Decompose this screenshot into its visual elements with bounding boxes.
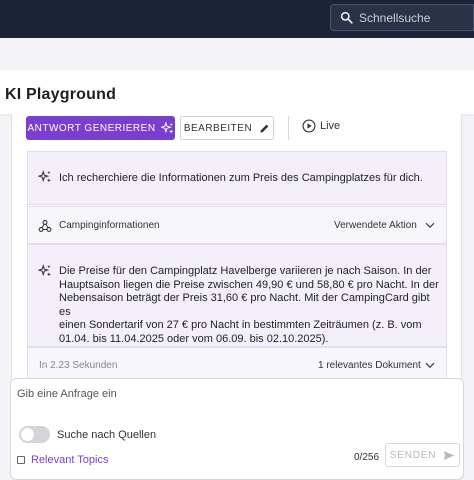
sparkle-icon: [38, 170, 51, 183]
answer-line: Die Preise für den Campingplatz Havelber…: [59, 265, 432, 277]
generate-answer-label: ANTWORT GENERIEREN: [27, 122, 156, 134]
response-duration: In 2.23 Sekunden: [39, 360, 118, 371]
status-message-text: Ich recherchiere die Informationen zum P…: [59, 172, 423, 184]
answer-line: einen Sondertarif von 27 € pro Nacht in …: [59, 319, 422, 331]
response-toolbar: ANTWORT GENERIEREN BEARBEITEN Live: [26, 116, 340, 140]
answer-line: Nebensaison beträgt der Preis 31,60 € pr…: [59, 292, 430, 318]
live-label: Live: [320, 120, 341, 132]
edit-label: BEARBEITEN: [183, 122, 253, 134]
pencil-icon: [260, 124, 269, 133]
answer-text: Die Preise für den Campingplatz Havelber…: [59, 265, 444, 346]
chevron-down-icon[interactable]: [425, 222, 435, 229]
send-icon: [443, 450, 455, 460]
relevant-documents-toggle[interactable]: 1 relevantes Dokument: [318, 360, 421, 371]
toggle-knob: [21, 428, 34, 441]
used-action-toggle[interactable]: Verwendete Aktion: [334, 220, 417, 231]
status-message-card: Ich recherchiere die Informationen zum P…: [27, 151, 447, 205]
relevant-topics-link[interactable]: Relevant Topics: [31, 454, 108, 466]
source-search-label: Suche nach Quellen: [57, 429, 157, 441]
relevant-topics-checkbox[interactable]: [17, 456, 25, 464]
query-input[interactable]: Gib eine Anfrage ein: [17, 388, 117, 400]
generate-answer-button[interactable]: ANTWORT GENERIEREN: [26, 116, 175, 140]
chevron-down-icon[interactable]: [425, 362, 435, 369]
answer-line: Hauptsaison liegen die Preise zwischen 4…: [59, 278, 439, 291]
send-label: SENDEN: [389, 449, 437, 461]
live-button[interactable]: Live: [302, 119, 340, 133]
source-search-toggle[interactable]: [19, 426, 50, 443]
top-bar: Schnellsuche: [0, 0, 474, 38]
workflow-icon: [38, 220, 52, 232]
play-icon: [302, 119, 316, 133]
edit-button[interactable]: BEARBEITEN: [180, 116, 274, 140]
quick-search-label: Schnellsuche: [359, 10, 431, 25]
page-title: KI Playground: [5, 86, 117, 103]
title-bar: KI Playground: [0, 70, 474, 114]
query-composer: Gib eine Anfrage ein Suche nach Quellen …: [10, 378, 464, 480]
toolbar-divider: [288, 116, 289, 140]
action-name: Campinginformationen: [59, 220, 160, 231]
sparkle-icon: [38, 264, 51, 277]
answer-card: Die Preise für den Campingplatz Havelber…: [27, 244, 447, 347]
search-icon: [340, 11, 353, 24]
quick-search[interactable]: Schnellsuche: [330, 4, 474, 31]
sparkle-icon: [160, 121, 173, 134]
action-card[interactable]: Campinginformationen Verwendete Aktion: [27, 206, 447, 244]
character-counter: 0/256: [354, 452, 380, 463]
answer-line: 01.04. bis 11.04.2025 oder vom 06.09. bi…: [59, 332, 329, 345]
send-button[interactable]: SENDEN: [385, 443, 460, 467]
